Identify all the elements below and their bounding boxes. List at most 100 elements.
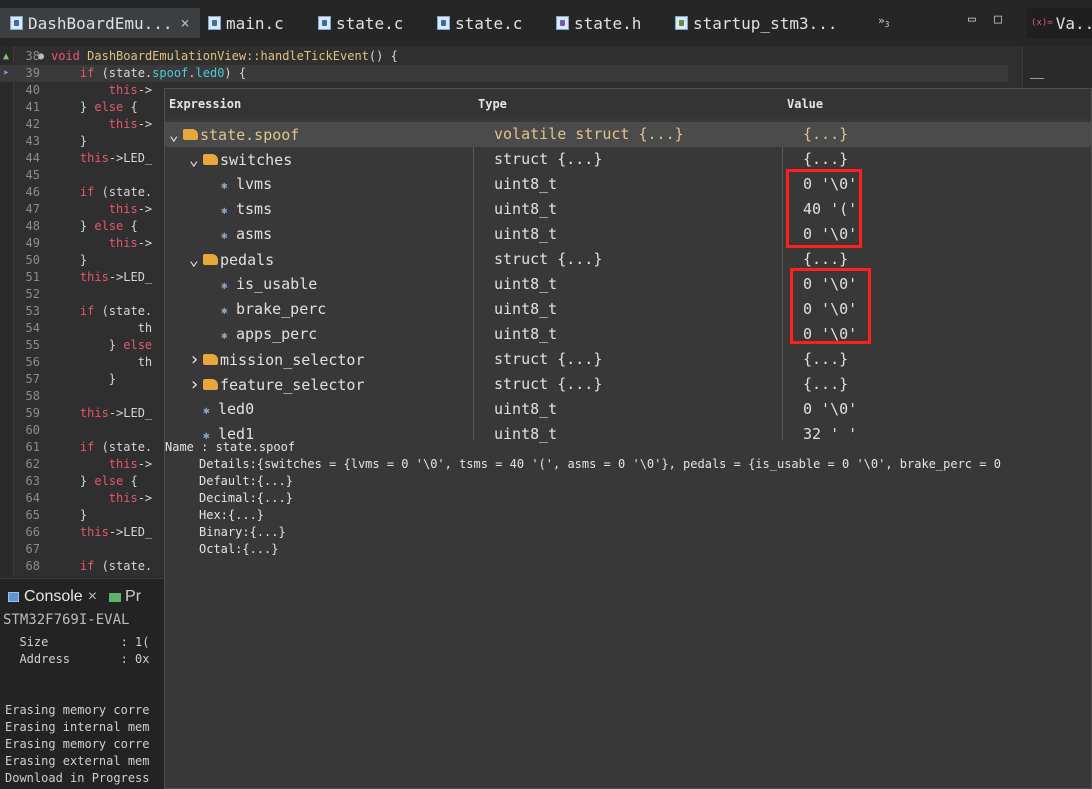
overflow-count: 3 [884,20,890,30]
line-number: 45 [25,168,40,182]
overflow-chevron-icon: » [878,14,885,27]
expression-name: brake_perc [236,300,327,318]
highlight-box-pedals [790,268,871,344]
c-file-icon [208,16,221,30]
line-number: 48 [25,219,40,233]
code-text: this-> [108,457,153,471]
row-type: struct {...} [494,375,603,393]
console-panel: Console × Pr STM32F769I-EVAL Size : 1( A… [0,578,164,789]
code-text: this-> [108,236,153,250]
tab-variables[interactable]: (x)= Va... [1027,8,1092,38]
line-number: 42 [25,117,40,131]
tab-label: state.c [455,13,523,33]
tree-row[interactable]: ✱ led0 uint8_t 0 '\0' [165,397,1091,422]
line-number: 39 [25,66,40,80]
line-number: 65 [25,508,40,522]
code-line[interactable]: ● ▲ 38 void DashBoardEmulationView::handleT… [0,48,1008,65]
line-number: 52 [25,287,40,301]
line-number: 62 [25,457,40,471]
tab-startup[interactable]: startup_stm3... [675,8,838,38]
console-line: Download in Progress [5,771,150,785]
line-number: 43 [25,134,40,148]
tab-console[interactable]: Console × [8,588,97,606]
maximize-icon[interactable]: □ [994,12,1002,27]
c-file-icon [318,16,331,30]
tree-row[interactable]: ⌄ state.spoof volatile struct {...} {...} [165,122,1091,147]
row-expression: ✱ apps_perc [221,322,317,348]
tab-label: DashBoardEmu... [28,13,173,33]
tree-row[interactable]: ⌄ switches struct {...} {...} [165,147,1091,172]
tab-label: startup_stm3... [693,13,838,33]
tab-problems[interactable]: Pr [125,588,141,606]
row-type: uint8_t [494,175,558,193]
tree-row[interactable]: › feature_selector struct {...} {...} [165,372,1091,398]
tab-dashboard-emulation-view[interactable]: DashBoardEmu... × [0,8,200,38]
console-device-label: STM32F769I-EVAL [3,612,130,628]
value-column-header[interactable]: Value [787,97,823,111]
code-text: this-> [108,491,153,505]
field-icon: ✱ [221,279,228,292]
tab-label: state.c [336,13,404,33]
tab-state-h[interactable]: state.h [556,8,641,38]
tree-row[interactable]: ✱ brake_perc uint8_t 0 '\0' [165,297,1091,323]
row-type: struct {...} [494,250,603,268]
type-column-header[interactable]: Type [478,97,507,111]
tree-row[interactable]: ✱ asms uint8_t 0 '\0' [165,222,1091,247]
detail-octal: Octal:{...} [199,542,279,556]
problems-icon [109,592,122,602]
expression-name: asms [236,225,273,243]
tree-row[interactable]: ✱ lvms uint8_t 0 '\0' [165,172,1091,197]
row-expression: › feature_selector [189,372,365,398]
row-expression: ✱ brake_perc [221,297,326,323]
code-text: } [51,508,88,522]
row-type: uint8_t [494,325,558,343]
chevron-down-icon[interactable]: ⌄ [169,122,183,147]
code-text: th [51,321,153,335]
code-line[interactable]: ➤ 39 if (state.spoof.led0) { [0,65,1008,82]
field-icon: ✱ [221,204,228,217]
line-number: 59 [25,406,40,420]
tab-main-c[interactable]: main.c [208,8,284,38]
current-line-icon: ➤ [3,68,10,79]
code-text: th [51,355,153,369]
tree-row[interactable]: ✱ tsms uint8_t 40 '(' [165,197,1091,222]
chevron-down-icon[interactable]: ⌄ [189,247,203,272]
chevron-right-icon[interactable]: › [189,347,203,372]
row-value: {...} [803,350,849,368]
expression-column-header[interactable]: Expression [169,97,241,111]
row-type: uint8_t [494,400,558,418]
struct-icon [203,254,218,265]
code-text: } [51,253,88,267]
chevron-down-icon[interactable]: ⌄ [189,147,203,172]
tree-row[interactable]: › mission_selector struct {...} {...} [165,347,1091,372]
line-number: 58 [25,389,40,403]
code-text: if (state.spoof.led0) { [79,66,247,80]
minimize-icon[interactable]: ▭ [968,12,976,27]
line-number: 41 [25,100,40,114]
tab-state-c-2[interactable]: state.c [437,8,522,38]
tab-overflow-button[interactable]: »3 [878,14,889,29]
close-icon[interactable]: × [181,14,190,32]
line-number: 51 [25,270,40,284]
tree-row[interactable]: ✱ apps_perc uint8_t 0 '\0' [165,322,1091,348]
tree-row[interactable]: ⌄ pedals struct {...} {...} [165,247,1091,272]
console-line: Erasing memory corre [5,703,150,717]
line-number: 55 [25,338,40,352]
code-text: this-> [108,117,153,131]
expression-name: lvms [236,175,273,193]
chevron-right-icon[interactable]: › [189,372,203,397]
tab-state-c[interactable]: state.c [318,8,403,38]
code-text: if (state. [79,440,153,454]
code-text: } [51,372,117,386]
field-icon: ✱ [203,404,210,417]
c-file-icon [437,16,450,30]
row-type: uint8_t [494,200,558,218]
detail-binary: Binary:{...} [199,525,286,539]
expression-details: Name : state.spoof Details:{switches = {… [165,439,1091,592]
code-text: this-> [108,202,153,216]
row-type: uint8_t [494,275,558,293]
struct-icon [203,379,218,390]
close-icon[interactable]: × [88,588,97,606]
tree-row[interactable]: ✱ is_usable uint8_t 0 '\0' [165,272,1091,297]
editor-tab-bar: DashBoardEmu... × main.c state.c state.c… [0,0,1092,46]
